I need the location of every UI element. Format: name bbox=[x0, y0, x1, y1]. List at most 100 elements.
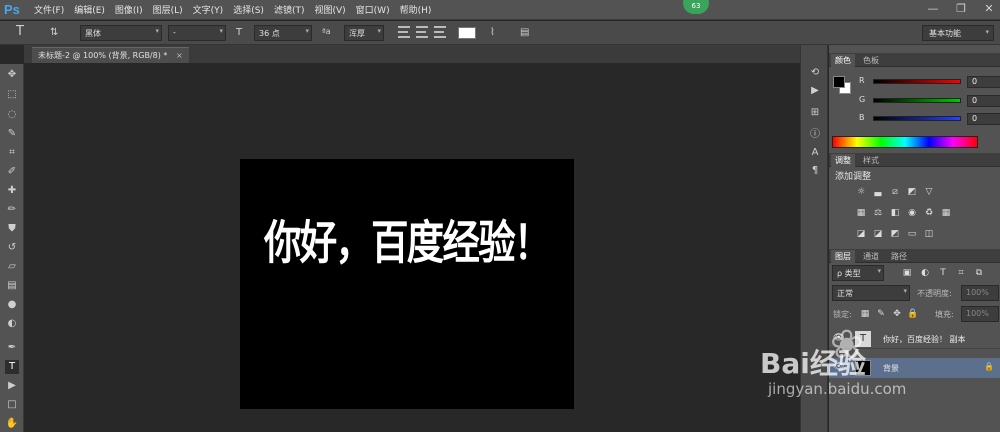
type-filter-icon[interactable]: T bbox=[937, 268, 949, 279]
font-size-select[interactable]: 36 点 ▾ bbox=[254, 25, 312, 41]
quick-select-tool-icon[interactable]: ✎ bbox=[5, 127, 19, 141]
tab-swatches[interactable]: 色板 bbox=[859, 54, 883, 67]
tab-adjustments[interactable]: 调整 bbox=[831, 154, 855, 167]
lock-pixels-icon[interactable]: ✎ bbox=[875, 309, 887, 320]
foreground-color-swatch[interactable] bbox=[833, 76, 845, 88]
text-orientation-icon[interactable]: ⇅ bbox=[50, 27, 58, 38]
type-tool-icon[interactable]: T bbox=[16, 24, 24, 39]
menu-layer[interactable]: 图层(L) bbox=[153, 3, 183, 16]
canvas-text[interactable]: 你好，百度经验！ bbox=[264, 205, 551, 272]
align-left-button[interactable] bbox=[398, 26, 410, 38]
align-right-button[interactable] bbox=[434, 26, 446, 38]
visibility-eye-icon[interactable]: 👁 bbox=[833, 362, 845, 374]
font-family-select[interactable]: 黑体 ▾ bbox=[80, 25, 162, 41]
menu-edit[interactable]: 编辑(E) bbox=[74, 3, 105, 16]
marquee-tool-icon[interactable]: ⬚ bbox=[5, 88, 19, 102]
gradient-tool-icon[interactable]: ▤ bbox=[5, 279, 19, 293]
layer-name[interactable]: 背景 bbox=[883, 363, 899, 374]
menu-type[interactable]: 文字(Y) bbox=[193, 3, 224, 16]
character-panel-icon[interactable]: ▤ bbox=[520, 27, 529, 38]
blue-slider-track[interactable] bbox=[873, 116, 961, 121]
warp-text-icon[interactable]: ⌇ bbox=[490, 27, 495, 38]
dodge-tool-icon[interactable]: ◐ bbox=[5, 317, 19, 331]
levels-icon[interactable]: ▃ bbox=[872, 187, 884, 198]
blend-mode-select[interactable]: 正常 ▾ bbox=[832, 285, 910, 301]
menu-window[interactable]: 窗口(W) bbox=[356, 3, 390, 16]
threshold-icon[interactable]: ◩ bbox=[889, 229, 901, 240]
hand-tool-icon[interactable]: ✋ bbox=[5, 417, 19, 431]
photo-filter-icon[interactable]: ◉ bbox=[906, 208, 918, 219]
exposure-icon[interactable]: ◩ bbox=[906, 187, 918, 198]
curves-icon[interactable]: ⧄ bbox=[889, 187, 901, 198]
green-value-input[interactable]: 0 bbox=[967, 95, 1000, 107]
pixel-filter-icon[interactable]: ▣ bbox=[901, 268, 913, 279]
lasso-tool-icon[interactable]: ◌ bbox=[5, 108, 19, 122]
actions-panel-icon[interactable]: ▶ bbox=[808, 85, 822, 99]
blue-value-input[interactable]: 0 bbox=[967, 113, 1000, 125]
healing-brush-tool-icon[interactable]: ✚ bbox=[5, 184, 19, 198]
opacity-input[interactable]: 100% bbox=[961, 285, 999, 301]
lock-position-icon[interactable]: ✥ bbox=[891, 309, 903, 320]
color-balance-icon[interactable]: ⚖ bbox=[872, 208, 884, 219]
menu-view[interactable]: 视图(V) bbox=[314, 3, 345, 16]
clone-stamp-tool-icon[interactable]: ⛊ bbox=[5, 222, 19, 236]
brightness-icon[interactable]: ☼ bbox=[855, 187, 867, 198]
adjustment-filter-icon[interactable]: ◐ bbox=[919, 268, 931, 279]
shape-filter-icon[interactable]: ⌗ bbox=[955, 268, 967, 279]
history-brush-tool-icon[interactable]: ↺ bbox=[5, 241, 19, 255]
red-slider[interactable]: R 0 bbox=[859, 76, 1000, 90]
vibrance-icon[interactable]: ▽ bbox=[923, 187, 935, 198]
menu-file[interactable]: 文件(F) bbox=[34, 3, 64, 16]
canvas-area[interactable]: 你好，百度经验！ bbox=[24, 63, 800, 432]
workspace-select[interactable]: 基本功能 ▾ bbox=[922, 25, 994, 41]
menu-image[interactable]: 图像(I) bbox=[115, 3, 143, 16]
visibility-eye-icon[interactable]: 👁 bbox=[833, 333, 845, 345]
tab-channels[interactable]: 通道 bbox=[859, 250, 883, 263]
restore-button[interactable]: ❐ bbox=[954, 2, 968, 15]
gradient-map-icon[interactable]: ▭ bbox=[906, 229, 918, 240]
font-style-select[interactable]: - ▾ bbox=[168, 25, 226, 41]
layer-row[interactable]: 👁 背景 🔒 bbox=[829, 358, 1000, 378]
channel-mixer-icon[interactable]: ♻ bbox=[923, 208, 935, 219]
selective-color-icon[interactable]: ◫ bbox=[923, 229, 935, 240]
artboard[interactable]: 你好，百度经验！ bbox=[240, 159, 574, 409]
tab-layers[interactable]: 图层 bbox=[831, 250, 855, 263]
black-white-icon[interactable]: ◧ bbox=[889, 208, 901, 219]
anti-alias-select[interactable]: 浑厚 ▾ bbox=[344, 25, 384, 41]
posterize-icon[interactable]: ◪ bbox=[872, 229, 884, 240]
red-value-input[interactable]: 0 bbox=[967, 76, 1000, 88]
history-panel-icon[interactable]: ⟲ bbox=[808, 67, 822, 81]
color-spectrum[interactable] bbox=[832, 136, 978, 148]
text-color-swatch[interactable] bbox=[458, 27, 476, 39]
layer-filter-select[interactable]: ρ 类型 ▾ bbox=[832, 265, 884, 281]
crop-tool-icon[interactable]: ⌗ bbox=[5, 146, 19, 160]
invert-icon[interactable]: ◪ bbox=[855, 229, 867, 240]
smart-object-filter-icon[interactable]: ⧉ bbox=[973, 268, 985, 279]
layer-name[interactable]: 你好，百度经验！ 副本 bbox=[883, 334, 966, 345]
eraser-tool-icon[interactable]: ▱ bbox=[5, 260, 19, 274]
minimize-button[interactable]: — bbox=[926, 2, 940, 15]
tab-paths[interactable]: 路径 bbox=[887, 250, 911, 263]
brush-tool-icon[interactable]: ✏ bbox=[5, 203, 19, 217]
type-tool-button[interactable]: T bbox=[5, 360, 19, 374]
menu-help[interactable]: 帮助(H) bbox=[400, 3, 432, 16]
hue-saturation-icon[interactable]: ▦ bbox=[855, 208, 867, 219]
blur-tool-icon[interactable]: ● bbox=[5, 298, 19, 312]
close-icon[interactable]: × bbox=[176, 51, 183, 60]
green-slider-track[interactable] bbox=[873, 98, 961, 103]
layer-row[interactable]: 👁 T 你好，百度经验！ 副本 bbox=[829, 329, 1000, 349]
paragraph-panel-icon[interactable]: ¶ bbox=[808, 165, 822, 179]
fill-input[interactable]: 100% bbox=[961, 306, 999, 322]
lock-all-icon[interactable]: 🔒 bbox=[907, 309, 919, 320]
menu-filter[interactable]: 滤镜(T) bbox=[274, 3, 305, 16]
pen-tool-icon[interactable]: ✒ bbox=[5, 341, 19, 355]
eyedropper-tool-icon[interactable]: ✐ bbox=[5, 165, 19, 179]
warped-text-layer[interactable] bbox=[240, 159, 574, 409]
red-slider-track[interactable] bbox=[873, 79, 961, 84]
properties-panel-icon[interactable]: ⊞ bbox=[808, 107, 822, 121]
close-button[interactable]: ✕ bbox=[982, 2, 996, 15]
notification-badge[interactable]: 63 bbox=[683, 0, 709, 14]
move-tool-icon[interactable]: ✥ bbox=[5, 68, 19, 82]
align-center-button[interactable] bbox=[416, 26, 428, 38]
color-lookup-icon[interactable]: ▦ bbox=[940, 208, 952, 219]
